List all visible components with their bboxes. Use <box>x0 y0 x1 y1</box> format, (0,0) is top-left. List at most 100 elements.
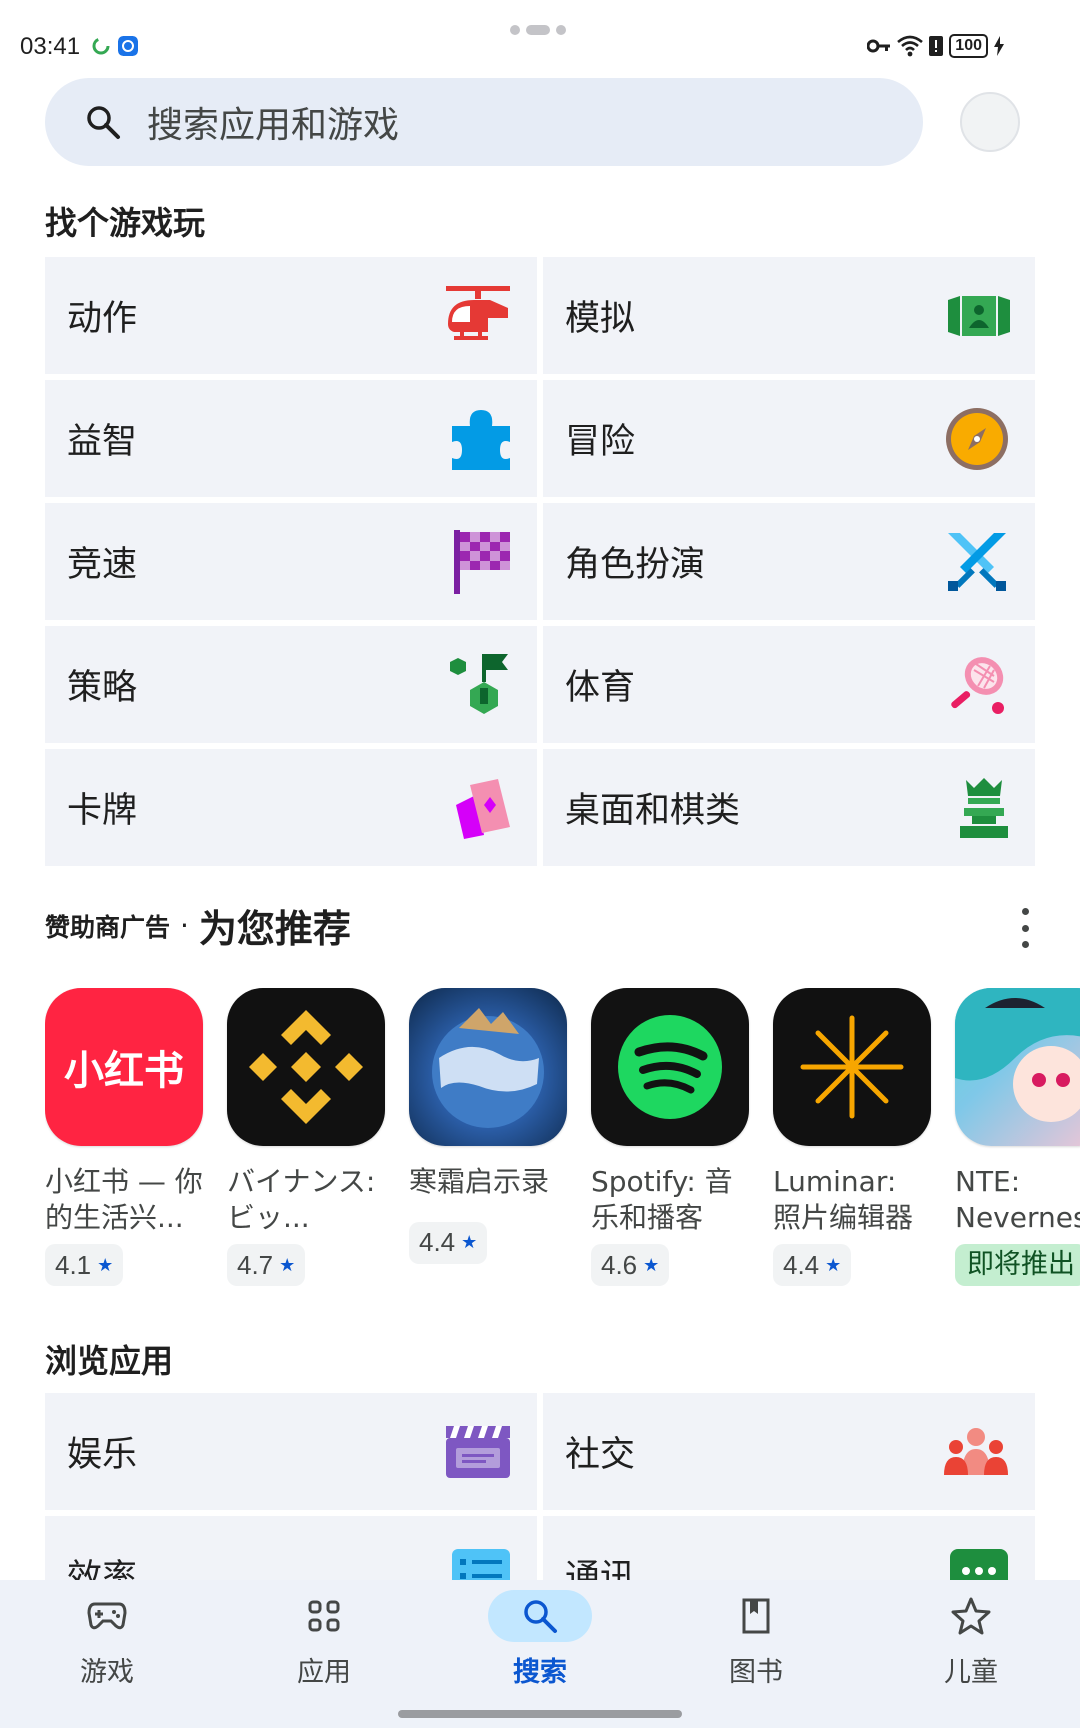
app-name: Spotify: 音乐和播客 <box>591 1165 733 1234</box>
category-label: 体育 <box>565 668 636 708</box>
coming-soon-badge: 即将推出 <box>955 1244 1080 1286</box>
separator-dot: · <box>180 909 189 942</box>
app-card-luminar[interactable]: Luminar: 照片编辑器 4.4 ★ <box>773 988 933 1286</box>
compass-icon <box>946 407 1008 470</box>
category-label: 冒险 <box>565 422 636 462</box>
anime-character-icon <box>955 988 1080 1122</box>
battery-indicator: 100 <box>949 34 988 58</box>
category-label: 社交 <box>565 1435 636 1475</box>
category-board[interactable]: 桌面和棋类 <box>543 749 1035 866</box>
search-icon <box>524 1600 557 1633</box>
sim-alert-icon <box>929 36 944 56</box>
search-placeholder: 搜索应用和游戏 <box>147 105 400 146</box>
rating-value: 4.7 <box>237 1249 274 1280</box>
nav-label: 游戏 <box>80 1657 134 1688</box>
nav-tab-search[interactable]: 搜索 <box>480 1590 600 1689</box>
category-role-playing[interactable]: 角色扮演 <box>543 503 1035 620</box>
search-bar[interactable]: 搜索应用和游戏 <box>45 78 923 166</box>
app-card-spotify[interactable]: Spotify: 音乐和播客 4.6 ★ <box>591 988 751 1286</box>
app-rating: 4.7 ★ <box>227 1244 306 1286</box>
game-categories-grid: 动作 模拟 益智 冒险 竞速 角色扮演 策略 体育 卡牌 桌面和棋类 <box>45 257 1035 872</box>
app-card-binance[interactable]: バイナンス: ビッ... 4.7 ★ <box>227 988 387 1286</box>
category-label: 桌面和棋类 <box>565 791 741 831</box>
strategy-icon <box>450 653 508 714</box>
clapperboard-icon <box>446 1425 510 1478</box>
tennis-racket-icon <box>951 656 1004 714</box>
category-racing[interactable]: 竞速 <box>45 503 537 620</box>
category-communication[interactable]: 通讯 <box>543 1516 1035 1580</box>
category-entertainment[interactable]: 娱乐 <box>45 1393 537 1510</box>
wifi-icon <box>897 35 924 57</box>
status-time: 03:41 <box>20 33 81 60</box>
luminar-logo-icon <box>800 1015 904 1119</box>
rating-value: 4.1 <box>55 1249 92 1280</box>
status-icons: 100 <box>867 34 1004 58</box>
sync-notification-icon <box>92 37 110 55</box>
rating-value: 4.4 <box>783 1249 820 1280</box>
crossed-swords-icon <box>948 532 1006 591</box>
frost-game-app-icon <box>409 988 567 1146</box>
recommended-title: 为您推荐 <box>198 907 351 951</box>
account-avatar[interactable] <box>960 92 1020 152</box>
browse-section-title: 浏览应用 <box>45 1342 174 1380</box>
category-card[interactable]: 卡牌 <box>45 749 537 866</box>
category-sports[interactable]: 体育 <box>543 626 1035 743</box>
category-action[interactable]: 动作 <box>45 257 537 374</box>
simulation-icon <box>948 295 1010 336</box>
category-label: 动作 <box>67 299 138 339</box>
nav-tab-apps[interactable]: 应用 <box>264 1590 384 1689</box>
category-label: 策略 <box>67 668 138 708</box>
more-options-icon[interactable] <box>1015 908 1035 948</box>
bottom-navigation: 游戏 应用 搜索 图书 儿童 <box>0 1580 1080 1728</box>
category-puzzle[interactable]: 益智 <box>45 380 537 497</box>
home-indicator[interactable] <box>398 1710 682 1718</box>
apps-grid-icon <box>308 1600 340 1632</box>
sponsored-label: 赞助商广告 <box>45 912 171 942</box>
app-rating: 4.1 ★ <box>45 1244 124 1286</box>
recommended-apps-row: 小红书 小红书 — 你的生活兴... 4.1 ★ バイナンス: ビッ... 4.7… <box>45 988 1080 1298</box>
list-icon <box>452 1548 510 1580</box>
category-label: 效率 <box>67 1558 138 1580</box>
app-rating: 4.6 ★ <box>591 1244 670 1286</box>
games-section-title: 找个游戏玩 <box>45 204 206 242</box>
nav-tab-kids[interactable]: 儿童 <box>911 1590 1031 1689</box>
category-label: 卡牌 <box>67 791 138 831</box>
frozen-globe-icon <box>432 1008 544 1128</box>
nav-tab-books[interactable]: 图书 <box>696 1590 816 1689</box>
charging-icon <box>994 36 1004 56</box>
app-name: Luminar: 照片编辑器 <box>773 1165 914 1234</box>
binance-logo-icon <box>249 1010 363 1124</box>
category-social[interactable]: 社交 <box>543 1393 1035 1510</box>
app-icon-text: 小红书 <box>64 1048 184 1094</box>
category-strategy[interactable]: 策略 <box>45 626 537 743</box>
app-notification-icon <box>118 36 138 56</box>
star-icon: ★ <box>279 1254 296 1275</box>
app-name: バイナンス: ビッ... <box>227 1165 376 1234</box>
category-label: 竞速 <box>67 545 138 585</box>
app-rating: 4.4 ★ <box>409 1221 488 1264</box>
category-adventure[interactable]: 冒险 <box>543 380 1035 497</box>
star-icon <box>951 1597 991 1635</box>
chat-icon <box>950 1548 1008 1580</box>
category-label: 角色扮演 <box>565 545 706 585</box>
search-icon <box>87 106 120 139</box>
category-label: 通讯 <box>565 1558 636 1580</box>
book-icon <box>742 1598 770 1634</box>
nte-app-icon <box>955 988 1080 1146</box>
app-card-xiaohongshu[interactable]: 小红书 小红书 — 你的生活兴... 4.1 ★ <box>45 988 205 1286</box>
category-productivity[interactable]: 效率 <box>45 1516 537 1580</box>
app-categories-grid: 娱乐 社交 效率 通讯 <box>45 1393 1035 1580</box>
category-label: 模拟 <box>565 299 636 339</box>
nav-label: 图书 <box>729 1657 783 1688</box>
app-card-nte[interactable]: NTE: Neverness 即将推出 <box>955 988 1080 1286</box>
star-icon: ★ <box>461 1232 478 1252</box>
star-icon: ★ <box>825 1254 842 1275</box>
app-card-frost-revelation[interactable]: 寒霜启示录 4.4 ★ <box>409 988 569 1264</box>
app-name: NTE: Neverness <box>955 1165 1080 1234</box>
puzzle-icon <box>452 409 510 470</box>
category-simulation[interactable]: 模拟 <box>543 257 1035 374</box>
nav-tab-games[interactable]: 游戏 <box>47 1590 167 1689</box>
spotify-app-icon <box>591 988 749 1146</box>
checkered-flag-icon <box>454 529 510 594</box>
category-label: 娱乐 <box>67 1435 138 1475</box>
